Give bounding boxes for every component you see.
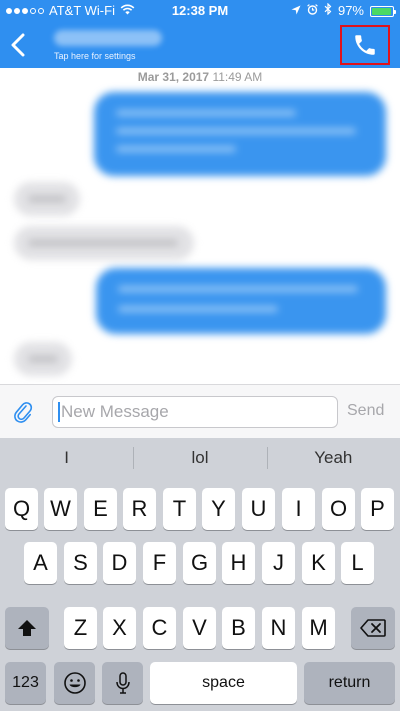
battery-percent: 97% <box>337 3 364 18</box>
conversation-settings-header[interactable]: Tap here for settings <box>54 26 174 66</box>
chevron-left-icon <box>11 33 25 57</box>
back-button[interactable] <box>6 30 30 60</box>
incoming-message-bubble[interactable] <box>14 182 80 216</box>
settings-hint: Tap here for settings <box>54 51 136 61</box>
key-x[interactable]: X <box>103 607 136 649</box>
message-compose-bar: Send <box>0 384 400 438</box>
shift-arrow-icon <box>18 620 36 636</box>
battery-icon <box>370 5 396 17</box>
incoming-message-bubble[interactable] <box>14 342 72 376</box>
key-r[interactable]: R <box>123 488 156 530</box>
suggestion-item[interactable]: Yeah <box>266 438 400 478</box>
key-w[interactable]: W <box>44 488 77 530</box>
key-j[interactable]: J <box>262 542 295 584</box>
timestamp-time: 11:49 AM <box>212 70 263 84</box>
call-button[interactable] <box>340 25 390 65</box>
attach-button[interactable] <box>10 399 36 425</box>
key-d[interactable]: D <box>103 542 136 584</box>
key-m[interactable]: M <box>302 607 335 649</box>
status-right: 97% <box>291 0 396 22</box>
battery-fill <box>372 7 392 15</box>
emoji-face-icon <box>63 672 86 694</box>
key-a[interactable]: A <box>24 542 57 584</box>
status-bar: AT&T Wi-Fi 12:38 PM 97% <box>0 0 400 22</box>
return-key[interactable]: return <box>304 662 395 704</box>
key-z[interactable]: Z <box>64 607 97 649</box>
key-u[interactable]: U <box>242 488 275 530</box>
phone-icon <box>355 35 375 55</box>
key-e[interactable]: E <box>84 488 117 530</box>
key-o[interactable]: O <box>322 488 355 530</box>
key-y[interactable]: Y <box>202 488 235 530</box>
key-s[interactable]: S <box>64 542 97 584</box>
key-n[interactable]: N <box>262 607 295 649</box>
key-i[interactable]: I <box>282 488 315 530</box>
nav-bar: Tap here for settings <box>0 22 400 68</box>
keyboard: Q W E R T Y U I O P A S D F G H J K L Z … <box>0 478 400 711</box>
key-l[interactable]: L <box>341 542 374 584</box>
top-bar: AT&T Wi-Fi 12:38 PM 97% Tap here for set… <box>0 0 400 68</box>
timestamp-date: Mar 31, 2017 <box>137 70 210 84</box>
space-key[interactable]: space <box>150 662 297 704</box>
paperclip-icon <box>14 402 33 423</box>
incoming-message-bubble[interactable] <box>14 226 194 260</box>
dictation-key[interactable] <box>102 662 143 704</box>
key-f[interactable]: F <box>143 542 176 584</box>
conversation-timestamp: Mar 31, 2017 11:49 AM <box>0 70 400 84</box>
key-q[interactable]: Q <box>5 488 38 530</box>
delete-key[interactable] <box>351 607 395 649</box>
outgoing-message-bubble[interactable] <box>94 92 386 176</box>
key-p[interactable]: P <box>361 488 394 530</box>
key-b[interactable]: B <box>222 607 255 649</box>
message-input[interactable] <box>52 396 338 428</box>
suggestion-item[interactable]: lol <box>133 438 266 478</box>
microphone-icon <box>115 672 130 694</box>
conversation-area[interactable]: Mar 31, 2017 11:49 AM <box>0 68 400 384</box>
shift-key[interactable] <box>5 607 49 649</box>
suggestion-item[interactable]: I <box>0 438 133 478</box>
backspace-icon <box>360 619 386 637</box>
key-t[interactable]: T <box>163 488 196 530</box>
bluetooth-icon <box>324 0 332 22</box>
emoji-key[interactable] <box>54 662 95 704</box>
location-icon <box>291 0 301 22</box>
alarm-icon <box>307 0 318 22</box>
numbers-key[interactable]: 123 <box>5 662 46 704</box>
send-button[interactable]: Send <box>347 402 384 420</box>
predictive-text-bar: I lol Yeah <box>0 438 400 478</box>
key-c[interactable]: C <box>143 607 176 649</box>
key-v[interactable]: V <box>183 607 216 649</box>
key-h[interactable]: H <box>222 542 255 584</box>
outgoing-message-bubble[interactable] <box>96 268 386 334</box>
key-k[interactable]: K <box>302 542 335 584</box>
text-cursor <box>58 402 60 422</box>
key-g[interactable]: G <box>183 542 216 584</box>
contact-name-redacted <box>54 30 162 46</box>
